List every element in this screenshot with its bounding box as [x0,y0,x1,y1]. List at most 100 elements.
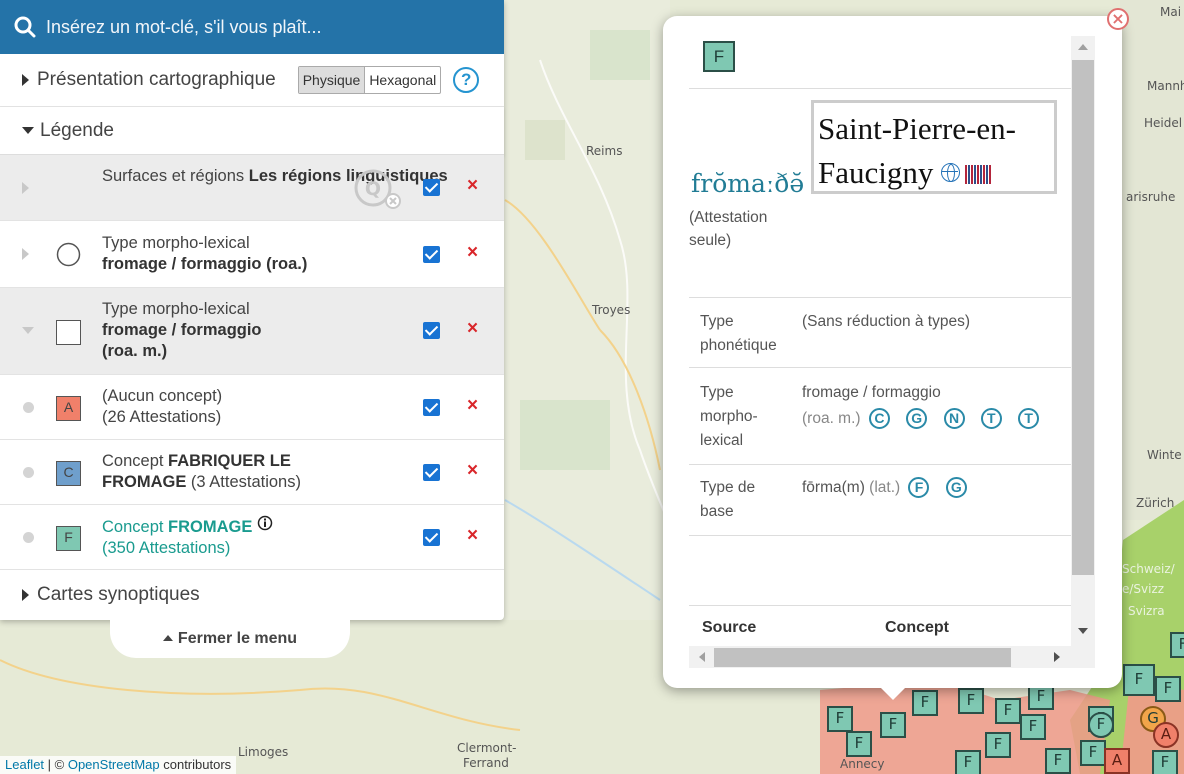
expand-icon[interactable] [22,181,29,194]
concept-name-cont: FROMAGE [102,473,187,491]
map-marker-a[interactable]: A [1153,722,1179,748]
source-link-n[interactable]: N [943,408,965,429]
close-popup-button[interactable]: × [1107,8,1129,30]
attestation-popup: F frŏmaːðə̆ (Attestation seule) Saint-Pi… [663,16,1122,688]
option-physique[interactable]: Physique [298,67,366,93]
map-marker-f[interactable]: F [880,712,906,738]
legend-layer-regions[interactable]: Surfaces et régions Les régions linguist… [0,155,504,221]
option-hexagonal[interactable]: Hexagonal [365,67,440,93]
source-link-c[interactable]: C [868,408,890,429]
map-style-toggle[interactable]: Physique Hexagonal [297,66,442,94]
map-marker-f[interactable]: F [1080,740,1106,766]
remove-layer-button[interactable]: × [467,242,478,264]
row-label: Type phonétique [700,313,777,354]
concept-visibility-checkbox[interactable] [423,529,440,546]
row-note: (lat.) [869,479,901,496]
barcode-icon[interactable] [965,165,993,184]
layer-visibility-checkbox[interactable] [423,322,440,339]
caret-right-icon [22,589,29,601]
source-link-t[interactable]: T [980,408,1002,429]
divider [689,605,1071,606]
legend-section[interactable]: Légende [0,107,504,155]
remove-concept-button[interactable]: × [467,460,478,482]
help-icon[interactable]: ? [453,67,480,93]
source-link-f[interactable]: F [908,477,930,498]
remove-concept-button[interactable]: × [467,525,478,547]
source-link-t2[interactable]: T [1018,408,1040,429]
divider [689,464,1071,465]
scroll-down-arrow-icon[interactable] [1078,628,1088,634]
divider [689,535,1071,536]
map-marker-f[interactable]: F [958,688,984,714]
place-box: Saint-Pierre-en-Faucigny [811,100,1057,194]
map-marker-f[interactable]: F [1152,750,1178,774]
table-header-source[interactable]: Source [702,619,756,637]
legend-concept-none[interactable]: A (Aucun concept) (26 Attestations) × [0,375,504,440]
concept-label: Concept FABRIQUER LE FROMAGE (3 Attestat… [102,451,301,493]
map-marker-f[interactable]: F [1020,714,1046,740]
scroll-up-arrow-icon[interactable] [1078,44,1088,50]
remove-layer-button[interactable]: × [467,318,478,340]
popup-tip [879,686,907,700]
map-marker-f[interactable]: F [1123,664,1155,696]
remove-layer-button[interactable]: × [467,175,478,197]
concept-name: FABRIQUER LE [168,452,291,470]
city-label: arisruhe [1126,190,1176,204]
search-icon [14,16,36,38]
scroll-right-arrow-icon[interactable] [1054,652,1060,662]
collapse-icon[interactable] [22,327,34,334]
map-marker-f[interactable]: F [995,698,1021,724]
expand-icon[interactable] [22,248,29,260]
map-marker-f[interactable]: F [912,690,938,716]
map-marker-f[interactable]: F [1155,676,1181,702]
map-marker-f[interactable]: F [1088,712,1114,738]
source-link-g[interactable]: G [906,408,928,429]
legend-layer-type-roa[interactable]: Type morpho-lexical fromage / formaggio … [0,221,504,288]
layer-name: fromage / formaggio [102,321,262,339]
close-menu-button[interactable]: Fermer le menu [110,620,350,658]
search-bar[interactable]: Insérez un mot-clé, s'il vous plaît... [0,0,504,54]
concept-label[interactable]: Concept FROMAGE (350 Attestations) [102,515,273,559]
map-marker-f[interactable]: F [955,750,981,774]
legend-label: Légende [40,119,114,141]
remove-concept-button[interactable]: × [467,395,478,417]
map-marker-f[interactable]: F [827,706,853,732]
osm-link[interactable]: OpenStreetMap [68,757,160,772]
info-icon[interactable] [257,515,273,531]
table-header-concept[interactable]: Concept [885,619,949,637]
close-menu-label: Fermer le menu [177,630,298,647]
horizontal-scroll-thumb[interactable] [714,648,1011,667]
globe-icon[interactable] [941,163,961,182]
map-marker-f[interactable]: F [1170,632,1184,658]
concept-visibility-checkbox[interactable] [423,399,440,416]
concept-badge: F [703,41,735,72]
attribution-suffix: contributors [159,757,232,772]
layer-name-suffix: (roa. m.) [102,342,168,360]
legend-concept-fabriquer[interactable]: C Concept FABRIQUER LE FROMAGE (3 Attest… [0,440,504,505]
status-dot [23,532,34,543]
synoptic-section[interactable]: Cartes synoptiques [0,570,504,620]
leaflet-link[interactable]: Leaflet [5,757,44,772]
row-value-wrap: fromage / formaggio (roa. m.) C G N T T [802,381,1071,431]
search-input[interactable]: Insérez un mot-clé, s'il vous plaît... [46,17,322,38]
scroll-left-arrow-icon[interactable] [699,652,705,662]
map-marker-f[interactable]: F [846,731,872,757]
map-marker-f[interactable]: F [1045,748,1071,774]
row-label: Type morpho-lexical [700,384,758,449]
query-disabled-icon[interactable]: Q [353,167,403,211]
concept-prefix: Concept [102,452,169,470]
layer-visibility-checkbox[interactable] [423,246,440,263]
presentation-section[interactable]: Présentation cartographique Physique Hex… [0,54,504,107]
legend-layer-type-roa-m[interactable]: Type morpho-lexical fromage / formaggio … [0,288,504,375]
divider [689,297,1071,298]
legend-concept-fromage[interactable]: F Concept FROMAGE (350 Attestations) × [0,505,504,570]
map-marker-f[interactable]: F [985,732,1011,758]
concept-symbol: A [56,396,81,421]
row-value: fromage / formaggio [802,384,941,401]
concept-visibility-checkbox[interactable] [423,464,440,481]
source-link-g[interactable]: G [945,477,967,498]
map-marker-a[interactable]: A [1104,748,1130,774]
layer-visibility-checkbox[interactable] [423,179,440,196]
concept-count: (350 Attestations) [102,539,231,557]
vertical-scroll-thumb[interactable] [1072,60,1094,575]
